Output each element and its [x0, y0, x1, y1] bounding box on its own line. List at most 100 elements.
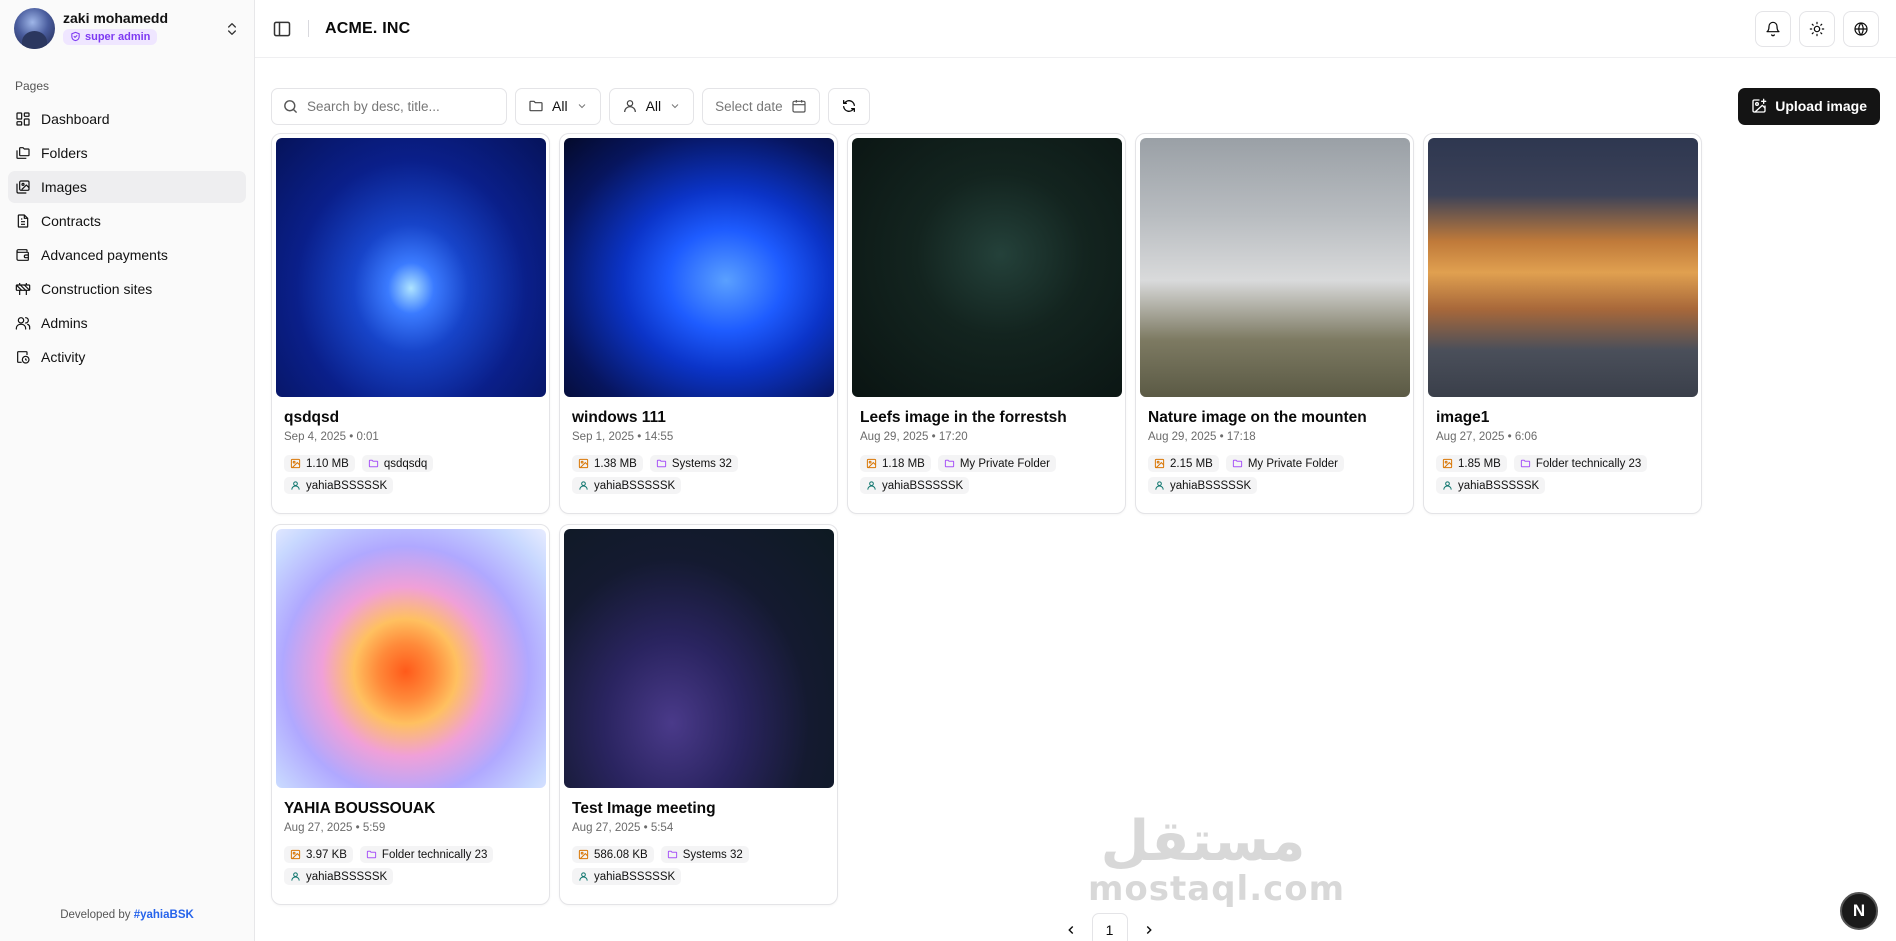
image-card[interactable]: windows 111 Sep 1, 2025 • 14:55 1.38 MB …: [559, 133, 838, 514]
image-card[interactable]: YAHIA BOUSSOUAK Aug 27, 2025 • 5:59 3.97…: [271, 524, 550, 905]
user-filter-select[interactable]: All: [608, 87, 695, 125]
divider: [308, 20, 309, 37]
globe-icon: [1854, 21, 1868, 36]
sidebar-item-contracts[interactable]: Contracts: [8, 205, 246, 237]
notifications-button[interactable]: [1755, 10, 1791, 47]
sidebar-item-label: Contracts: [41, 213, 101, 229]
user-icon: [579, 872, 588, 881]
image-date: Aug 29, 2025 • 17:20: [860, 431, 968, 443]
date-placeholder: Select date: [715, 98, 783, 114]
size-tag: 1.10 MB: [284, 455, 355, 472]
folder-tag: qsdqsdq: [361, 455, 434, 472]
user-info: zaki mohamedd super admin: [63, 10, 224, 48]
chevron-left-icon[interactable]: [1064, 923, 1078, 937]
image-date: Sep 4, 2025 • 0:01: [284, 431, 379, 443]
sidebar-item-folders[interactable]: Folders: [8, 137, 246, 169]
image-card[interactable]: image1 Aug 27, 2025 • 6:06 1.85 MB Folde…: [1423, 133, 1702, 514]
image-date: Aug 27, 2025 • 6:06: [1436, 431, 1538, 443]
bell-icon: [1766, 21, 1780, 36]
image-thumbnail[interactable]: [276, 138, 546, 397]
size-tag: 1.18 MB: [860, 455, 931, 472]
user-icon: [1155, 481, 1164, 490]
image-tags: 1.85 MB Folder technically 23 yahiaBSSSS…: [1436, 455, 1696, 494]
sidebar-item-construction-sites[interactable]: Construction sites: [8, 273, 246, 305]
developer-link[interactable]: #yahiaBSK: [134, 909, 194, 921]
image-thumbnail[interactable]: [276, 529, 546, 788]
theme-toggle-button[interactable]: [1799, 10, 1835, 47]
image-size-icon: [578, 458, 589, 469]
folder-name: My Private Folder: [959, 457, 1050, 470]
floating-n-button[interactable]: N: [1840, 892, 1878, 930]
sidebar-item-advanced-payments[interactable]: Advanced payments: [8, 239, 246, 271]
image-title: windows 111: [572, 409, 666, 426]
upload-image-button[interactable]: Upload image: [1738, 87, 1880, 125]
folder-icon: [1520, 459, 1530, 468]
size-value: 2.15 MB: [1170, 457, 1213, 470]
construction-icon: [15, 283, 31, 295]
size-value: 1.38 MB: [594, 457, 637, 470]
activity-icon: [17, 351, 30, 364]
folder-name: Folder technically 23: [381, 848, 488, 861]
image-tags: 1.10 MB qsdqsdq yahiaBSSSSSK: [284, 455, 544, 494]
size-value: 1.85 MB: [1458, 457, 1501, 470]
users-icon: [15, 317, 31, 330]
image-card[interactable]: Nature image on the mounten Aug 29, 2025…: [1135, 133, 1414, 514]
image-title: qsdqsd: [284, 409, 340, 426]
user-icon: [579, 481, 588, 490]
size-value: 3.97 KB: [306, 848, 347, 861]
size-value: 1.18 MB: [882, 457, 925, 470]
folder-filter-select[interactable]: All: [515, 87, 601, 125]
image-card[interactable]: qsdqsd Sep 4, 2025 • 0:01 1.10 MB qsdqsd…: [271, 133, 550, 514]
chevrons-up-down-icon: [228, 22, 236, 35]
image-thumbnail[interactable]: [564, 529, 834, 788]
refresh-button[interactable]: [827, 87, 870, 125]
size-tag: 3.97 KB: [284, 846, 353, 863]
image-thumbnail[interactable]: [1140, 138, 1410, 397]
chevron-down-icon: [671, 104, 679, 109]
folder-name: Systems 32: [671, 457, 732, 470]
owner-name: yahiaBSSSSSK: [306, 870, 388, 883]
owner-tag: yahiaBSSSSSK: [572, 868, 682, 885]
watermark-arabic: مستقل: [1100, 809, 1306, 874]
calendar-icon: [792, 100, 806, 113]
image-size-icon: [866, 458, 877, 469]
owner-tag: yahiaBSSSSSK: [1436, 477, 1546, 494]
shield-icon: [71, 32, 80, 42]
sun-icon: [1809, 21, 1825, 36]
image-thumbnail[interactable]: [852, 138, 1122, 397]
folder-tag: Systems 32: [649, 455, 738, 472]
sidebar-item-dashboard[interactable]: Dashboard: [8, 103, 246, 135]
image-title: image1: [1436, 409, 1490, 426]
owner-tag: yahiaBSSSSSK: [284, 477, 394, 494]
language-button[interactable]: [1843, 10, 1879, 47]
main-content: ACME. INC All: [255, 0, 1896, 941]
image-thumbnail[interactable]: [564, 138, 834, 397]
folder-icon: [667, 850, 677, 859]
sidebar-toggle-icon[interactable]: [272, 19, 292, 39]
size-tag: 1.85 MB: [1436, 455, 1507, 472]
folder-name: qsdqsdq: [383, 457, 428, 470]
user-switcher[interactable]: zaki mohamedd super admin: [0, 0, 254, 57]
owner-tag: yahiaBSSSSSK: [284, 868, 394, 885]
sidebar-item-admins[interactable]: Admins: [8, 307, 246, 339]
chevron-down-icon: [578, 104, 585, 109]
page-button-current[interactable]: 1: [1091, 913, 1128, 941]
image-card[interactable]: Test Image meeting Aug 27, 2025 • 5:54 5…: [559, 524, 838, 905]
image-thumbnail[interactable]: [1428, 138, 1698, 397]
image-card[interactable]: Leefs image in the forrestsh Aug 29, 202…: [847, 133, 1126, 514]
user-icon: [867, 481, 876, 490]
sidebar-item-activity[interactable]: Activity: [8, 341, 246, 373]
chevron-right-icon[interactable]: [1142, 923, 1156, 937]
user-icon: [291, 481, 300, 490]
date-picker[interactable]: Select date: [702, 87, 820, 125]
sidebar-item-images[interactable]: Images: [8, 171, 246, 203]
image-grid: qsdqsd Sep 4, 2025 • 0:01 1.10 MB qsdqsd…: [255, 133, 1896, 905]
folder-tag: Folder technically 23: [359, 846, 494, 863]
owner-name: yahiaBSSSSSK: [882, 479, 964, 492]
folder-icon: [368, 459, 378, 468]
sidebar-item-label: Activity: [41, 349, 86, 365]
folders-icon: [16, 147, 30, 159]
search-input[interactable]: [307, 98, 487, 114]
image-date: Aug 27, 2025 • 5:59: [284, 822, 386, 834]
folder-icon: [529, 100, 543, 112]
